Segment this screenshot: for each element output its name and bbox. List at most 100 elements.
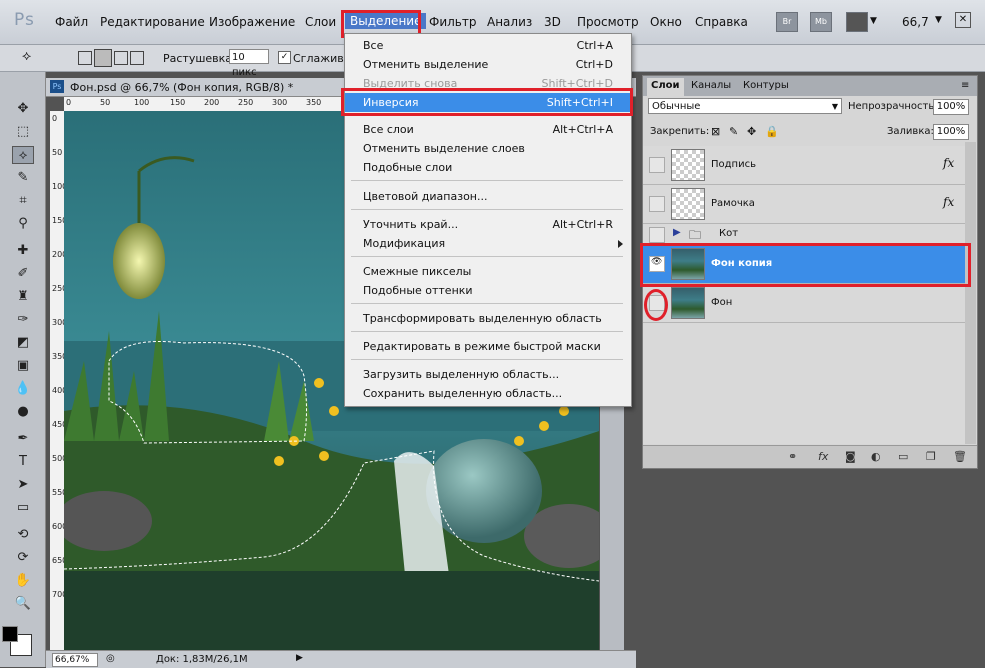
menu-edit[interactable]: Редактирование	[100, 15, 205, 29]
panel-menu-icon[interactable]: ≡	[961, 80, 969, 91]
healing-brush-tool-icon[interactable]: ✚	[12, 242, 34, 260]
menu-item-quick-mask[interactable]: Редактировать в режиме быстрой маски	[345, 337, 631, 356]
feather-input[interactable]: 10 пикс	[229, 49, 269, 78]
quick-select-tool-icon[interactable]: ✎	[12, 169, 34, 187]
layers-scrollbar[interactable]	[965, 142, 976, 444]
blur-tool-icon[interactable]: 💧	[12, 380, 34, 398]
link-layers-icon[interactable]: ⚭	[788, 450, 797, 463]
foreground-color-swatch[interactable]	[2, 626, 18, 642]
adjustment-layer-icon[interactable]: ◐	[871, 450, 881, 463]
status-info-icon[interactable]: ◎	[106, 653, 115, 664]
screen-mode-button[interactable]	[846, 12, 868, 32]
layers-panel-footer: ⚭ fx ◙ ◐ ▭ ❐ 🗑	[643, 445, 977, 468]
menu-item-deselect-layers[interactable]: Отменить выделение слоев	[345, 139, 631, 158]
visibility-toggle[interactable]	[649, 227, 665, 243]
gradient-tool-icon[interactable]: ▣	[12, 357, 34, 375]
menu-item-all-layers[interactable]: Все слои Alt+Ctrl+A	[345, 120, 631, 139]
menu-item-save-selection[interactable]: Сохранить выделенную область...	[345, 384, 631, 403]
shape-tool-icon[interactable]: ▭	[12, 499, 34, 517]
highlight-layer-row	[640, 243, 971, 287]
visibility-toggle[interactable]	[649, 157, 665, 173]
menu-file[interactable]: Файл	[55, 15, 88, 29]
lock-label: Закрепить:	[650, 126, 710, 137]
menu-filter[interactable]: Фильтр	[429, 15, 476, 29]
ruler-tick: 650	[52, 556, 68, 565]
3d-rotate-tool-icon[interactable]: ⟲	[12, 526, 34, 544]
pen-tool-icon[interactable]: ✒	[12, 430, 34, 448]
fx-icon[interactable]: fx	[943, 156, 954, 170]
type-tool-icon[interactable]: T	[12, 453, 34, 471]
opacity-input[interactable]: 100%	[933, 99, 969, 115]
hand-tool-icon[interactable]: ✋	[12, 572, 34, 590]
history-brush-tool-icon[interactable]: ✑	[12, 311, 34, 329]
menu-help[interactable]: Справка	[695, 15, 748, 29]
subtract-selection-icon[interactable]	[114, 51, 128, 65]
fx-icon[interactable]: fx	[943, 195, 954, 209]
close-icon[interactable]: ✕	[955, 12, 971, 28]
tab-layers[interactable]: Слои	[647, 78, 684, 96]
menu-3d[interactable]: 3D	[544, 15, 561, 29]
eraser-tool-icon[interactable]: ◩	[12, 334, 34, 352]
tab-channels[interactable]: Каналы	[687, 80, 735, 91]
stamp-tool-icon[interactable]: ♜	[12, 288, 34, 306]
fill-input[interactable]: 100%	[933, 124, 969, 140]
menu-item-select-all[interactable]: Все Ctrl+A	[345, 36, 631, 55]
menu-layers[interactable]: Слои	[305, 15, 336, 29]
new-selection-icon[interactable]	[78, 51, 92, 65]
menu-item-refine-edge[interactable]: Уточнить край... Alt+Ctrl+R	[345, 215, 631, 234]
intersect-selection-icon[interactable]	[130, 51, 144, 65]
eyedropper-tool-icon[interactable]: ⚲	[12, 215, 34, 233]
menu-separator	[351, 209, 623, 210]
lock-pixels-icon[interactable]: ✎	[729, 125, 738, 138]
submenu-arrow-icon	[618, 240, 623, 248]
chevron-down-icon[interactable]: ▼	[935, 15, 942, 25]
add-selection-icon[interactable]	[94, 49, 112, 67]
menu-view[interactable]: Просмотр	[577, 15, 639, 29]
layer-row[interactable]: Рамочка fx	[643, 185, 965, 224]
new-group-icon[interactable]: ▭	[898, 450, 908, 463]
menu-item-deselect[interactable]: Отменить выделение Ctrl+D	[345, 55, 631, 74]
opacity-label: Непрозрачность:	[848, 101, 938, 112]
dodge-tool-icon[interactable]: ●	[12, 403, 34, 421]
antialias-checkbox[interactable]: ✓	[278, 51, 291, 64]
expand-arrow-icon[interactable]: ▶	[673, 227, 681, 238]
mini-bridge-button[interactable]: Mb	[810, 12, 832, 32]
menu-item-grow[interactable]: Смежные пикселы	[345, 262, 631, 281]
lasso-tool-icon[interactable]: ⟡	[22, 48, 31, 64]
status-zoom-field[interactable]: 66,67%	[52, 653, 98, 667]
lock-position-icon[interactable]: ✥	[747, 125, 756, 138]
menu-analysis[interactable]: Анализ	[487, 15, 532, 29]
layer-row[interactable]: Подпись fx	[643, 146, 965, 185]
menu-item-transform-selection[interactable]: Трансформировать выделенную область	[345, 309, 631, 328]
lock-transparency-icon[interactable]: ⊠	[711, 125, 720, 138]
layer-group-row[interactable]: ▶ 🗀 Кот	[643, 224, 965, 245]
zoom-tool-icon[interactable]: 🔍	[12, 595, 34, 613]
menu-item-similar-layers[interactable]: Подобные слои	[345, 158, 631, 177]
add-style-icon[interactable]: fx	[818, 450, 828, 463]
add-mask-icon[interactable]: ◙	[845, 450, 856, 463]
chevron-down-icon[interactable]: ▼	[870, 16, 877, 26]
lasso-tool-icon[interactable]: ⟡	[12, 146, 34, 164]
menu-item-load-selection[interactable]: Загрузить выделенную область...	[345, 365, 631, 384]
marquee-tool-icon[interactable]: ⬚	[12, 123, 34, 141]
layer-row[interactable]: Фон	[643, 284, 965, 323]
path-select-tool-icon[interactable]: ➤	[12, 476, 34, 494]
bridge-button[interactable]: Br	[776, 12, 798, 32]
blend-mode-select[interactable]: Обычные ▼	[648, 98, 842, 114]
crop-tool-icon[interactable]: ⌗	[12, 192, 34, 210]
zoom-level[interactable]: 66,7	[902, 15, 929, 29]
brush-tool-icon[interactable]: ✐	[12, 265, 34, 283]
menu-image[interactable]: Изображение	[209, 15, 295, 29]
lock-all-icon[interactable]: 🔒	[765, 125, 779, 138]
trash-icon[interactable]: 🗑	[953, 450, 967, 463]
menu-item-modify[interactable]: Модификация	[345, 234, 631, 253]
move-tool-icon[interactable]: ✥	[12, 100, 34, 118]
tab-paths[interactable]: Контуры	[739, 80, 793, 91]
3d-orbit-tool-icon[interactable]: ⟳	[12, 549, 34, 567]
visibility-toggle[interactable]	[649, 196, 665, 212]
status-menu-arrow-icon[interactable]: ▶	[296, 653, 303, 663]
new-layer-icon[interactable]: ❐	[926, 450, 936, 463]
menu-window[interactable]: Окно	[650, 15, 682, 29]
menu-item-color-range[interactable]: Цветовой диапазон...	[345, 187, 631, 206]
menu-item-similar[interactable]: Подобные оттенки	[345, 281, 631, 300]
